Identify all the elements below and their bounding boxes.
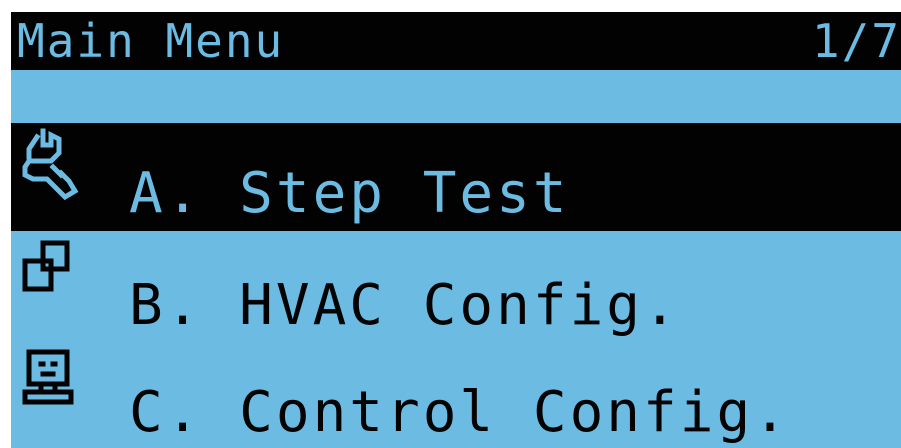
wrench-icon xyxy=(19,127,81,201)
title-bar: Main Menu 1/7 xyxy=(11,12,901,70)
menu-item-step-test[interactable]: A. Step Test xyxy=(11,123,901,231)
lcd-screen: Main Menu 1/7 A. Step Test B. HVAC Confi… xyxy=(11,12,901,448)
menu-item-control-config[interactable]: C. Control Config. xyxy=(11,342,901,448)
computer-icon xyxy=(19,346,81,420)
menu-item-label: B. HVAC Config. xyxy=(129,273,680,338)
squares-icon xyxy=(19,239,81,313)
menu-item-hvac-config[interactable]: B. HVAC Config. xyxy=(11,235,901,343)
menu-title: Main Menu xyxy=(17,14,285,68)
page-indicator: 1/7 xyxy=(811,14,901,68)
menu-item-label: A. Step Test xyxy=(129,161,570,226)
menu-item-label: C. Control Config. xyxy=(129,380,790,445)
